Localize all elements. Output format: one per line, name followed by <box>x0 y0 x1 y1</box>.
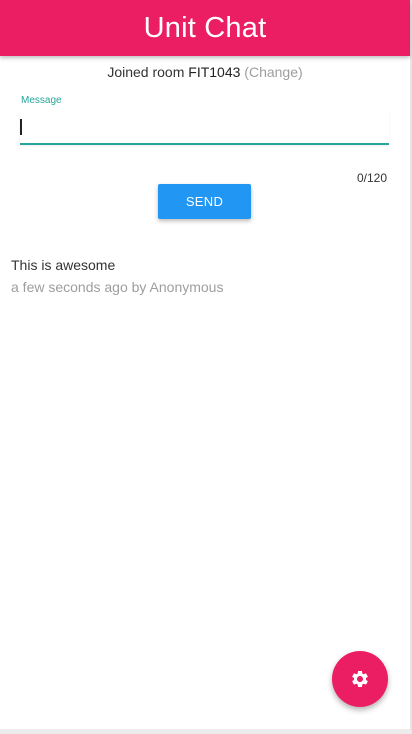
app-root: Unit Chat Joined room FIT1043 (Change) M… <box>0 0 412 734</box>
message-meta: a few seconds ago by Anonymous <box>11 279 224 295</box>
message-input[interactable] <box>20 109 389 145</box>
message-label: Message <box>21 95 62 106</box>
message-text: This is awesome <box>11 257 116 273</box>
change-room-link[interactable]: (Change) <box>244 64 302 80</box>
room-prefix: Joined room <box>107 64 185 80</box>
character-counter: 0/120 <box>356 171 387 185</box>
gear-icon <box>350 669 370 689</box>
text-cursor <box>20 119 22 135</box>
message-item: This is awesome a few seconds ago by Ano… <box>11 257 223 295</box>
app-header: Unit Chat <box>0 0 410 56</box>
room-status: Joined room FIT1043 (Change) <box>0 64 410 80</box>
settings-button[interactable] <box>332 651 388 707</box>
app-title: Unit Chat <box>143 11 267 44</box>
message-field: Message <box>20 95 389 150</box>
room-code: FIT1043 <box>188 64 241 80</box>
send-button[interactable]: SEND <box>158 184 251 219</box>
